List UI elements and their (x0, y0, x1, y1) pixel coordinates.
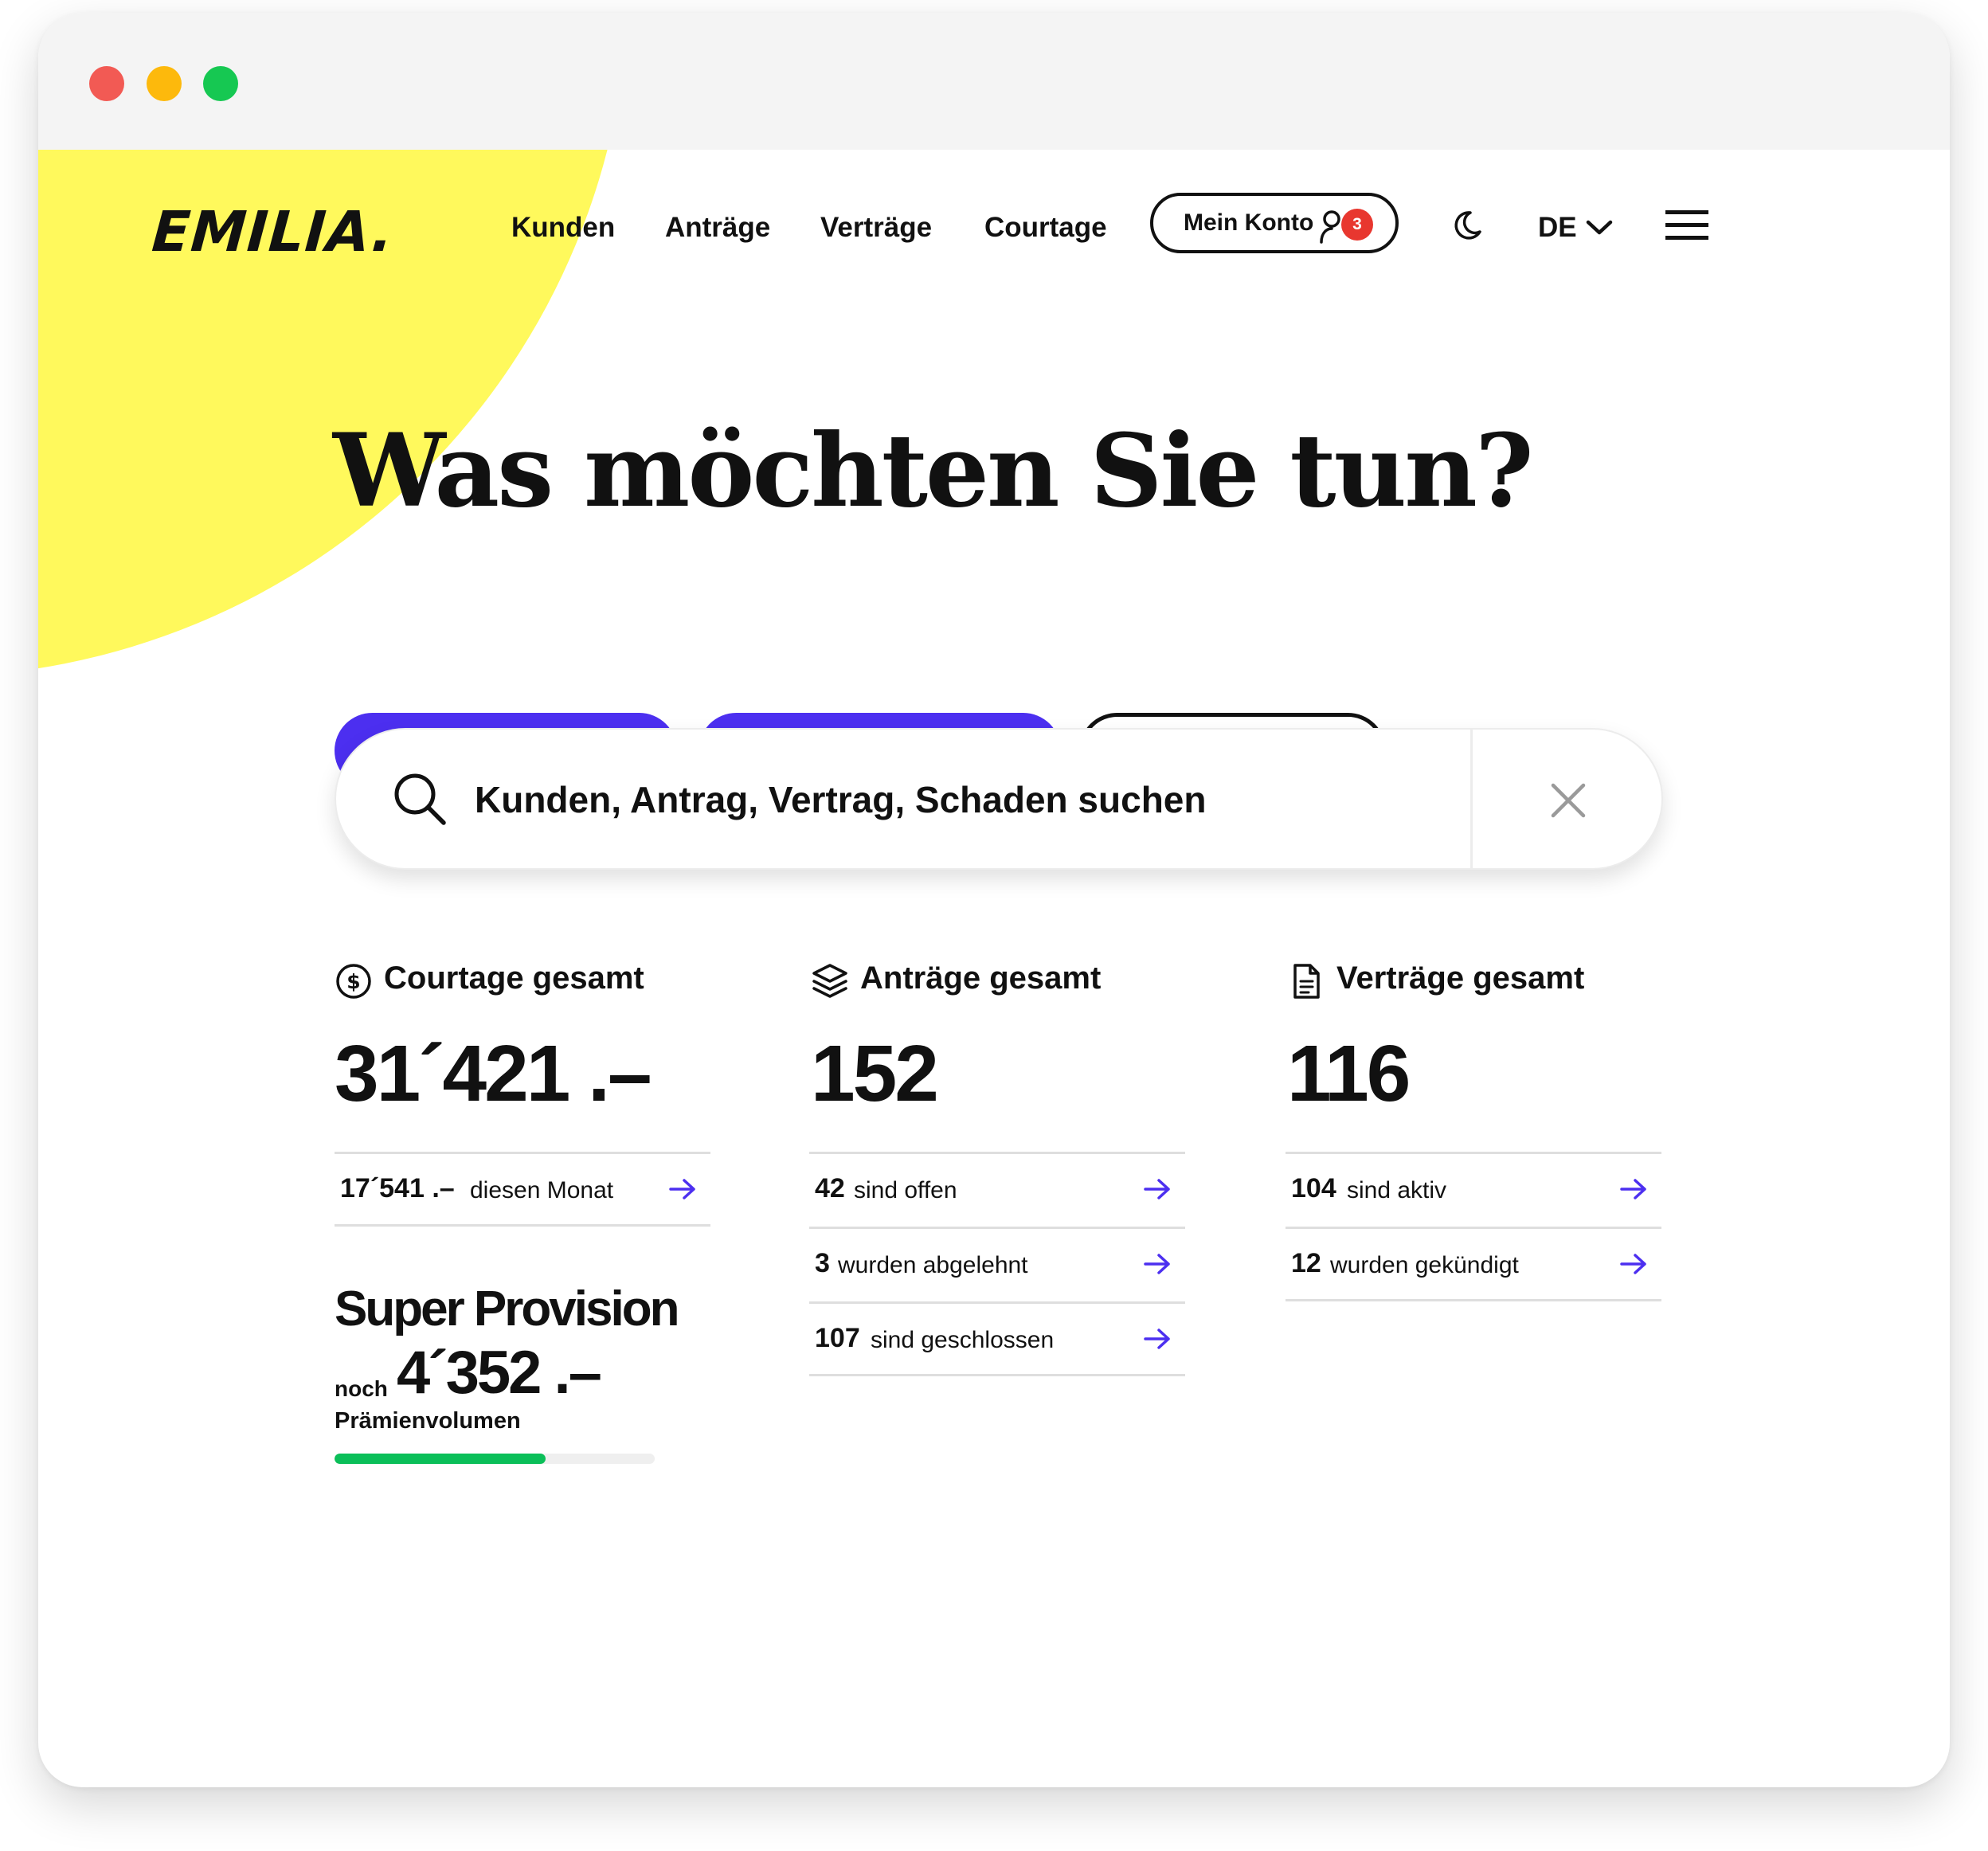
search-input[interactable]: Kunden, Antrag, Vertrag, Schaden suchen (475, 778, 1206, 821)
nav-link-antraege[interactable]: Anträge (665, 212, 770, 244)
emilia-logo[interactable]: EMILIA. (150, 199, 396, 264)
progress-fill (335, 1454, 546, 1464)
stat-label: Anträge gesamt (860, 961, 1102, 996)
row-description: sind offen (854, 1177, 957, 1203)
notification-badge: 3 (1341, 209, 1373, 241)
arrow-right-icon (1620, 1254, 1646, 1274)
vertraege-active-row[interactable]: 104 sind aktiv (1286, 1152, 1661, 1227)
page-content: EMILIA. Kunden Anträge Verträge Courtage… (38, 150, 1950, 1787)
antraege-open-row[interactable]: 42 sind offen (809, 1152, 1185, 1227)
page-headline: Was möchten Sie tun? (333, 412, 1534, 530)
layers-icon (812, 964, 847, 998)
stat-value-vertraege: 116 (1287, 1029, 1411, 1118)
chevron-down-icon[interactable] (1585, 215, 1614, 239)
super-provision-value: 4´352 .– (397, 1339, 602, 1407)
super-provision-subtitle: Prämienvolumen (335, 1408, 521, 1434)
language-selector[interactable]: DE (1538, 212, 1577, 244)
row-value: 3 (815, 1248, 830, 1278)
courtage-this-month-row[interactable]: 17´541 .– diesen Monat (335, 1152, 710, 1227)
search-bar[interactable]: Kunden, Antrag, Vertrag, Schaden suchen (335, 728, 1663, 870)
super-provision-progress-bar (335, 1454, 655, 1464)
row-value: 17´541 .– (340, 1173, 455, 1203)
window-titlebar (38, 13, 1950, 150)
row-description: sind aktiv (1347, 1177, 1447, 1203)
row-value: 104 (1291, 1173, 1336, 1203)
row-description: sind geschlossen (871, 1327, 1055, 1353)
my-account-label: Mein Konto (1184, 209, 1314, 236)
stat-label: Courtage gesamt (384, 961, 644, 996)
row-description: wurden gekündigt (1330, 1252, 1519, 1278)
super-provision-title: Super Provision (335, 1282, 679, 1336)
minimize-window-button[interactable] (147, 66, 182, 101)
svg-text:$: $ (346, 970, 360, 993)
clear-search-button[interactable] (1473, 730, 1661, 868)
nav-link-courtage[interactable]: Courtage (984, 212, 1107, 244)
dollar-circle-icon: $ (336, 964, 371, 999)
antraege-rejected-row[interactable]: 3 wurden abgelehnt (809, 1227, 1185, 1301)
arrow-right-icon (1144, 1329, 1170, 1349)
stat-label: Verträge gesamt (1336, 961, 1585, 996)
vertraege-cancelled-row[interactable]: 12 wurden gekündigt (1286, 1227, 1661, 1301)
stat-value-antraege: 152 (811, 1029, 939, 1118)
nav-link-vertraege[interactable]: Verträge (820, 212, 932, 244)
row-value: 12 (1291, 1248, 1321, 1278)
maximize-window-button[interactable] (203, 66, 238, 101)
close-window-button[interactable] (89, 66, 124, 101)
close-icon (1551, 783, 1586, 818)
arrow-right-icon (669, 1179, 695, 1199)
search-icon (394, 773, 446, 825)
arrow-right-icon (1144, 1254, 1170, 1274)
super-provision-prefix: noch (335, 1376, 388, 1401)
hamburger-menu-icon[interactable] (1665, 209, 1708, 242)
row-value: 42 (815, 1173, 845, 1203)
dark-mode-moon-icon[interactable] (1451, 209, 1483, 241)
antraege-closed-row[interactable]: 107 sind geschlossen (809, 1301, 1185, 1376)
browser-window: EMILIA. Kunden Anträge Verträge Courtage… (38, 13, 1950, 1787)
stat-value-courtage: 31´421 .– (335, 1029, 652, 1118)
my-account-button[interactable]: Mein Konto 3 (1150, 193, 1399, 253)
nav-link-kunden[interactable]: Kunden (511, 212, 615, 244)
row-value: 107 (815, 1323, 860, 1353)
row-description: diesen Monat (470, 1177, 614, 1203)
document-icon (1293, 964, 1320, 999)
arrow-right-icon (1620, 1179, 1646, 1199)
arrow-right-icon (1144, 1179, 1170, 1199)
row-description: wurden abgelehnt (838, 1252, 1028, 1278)
